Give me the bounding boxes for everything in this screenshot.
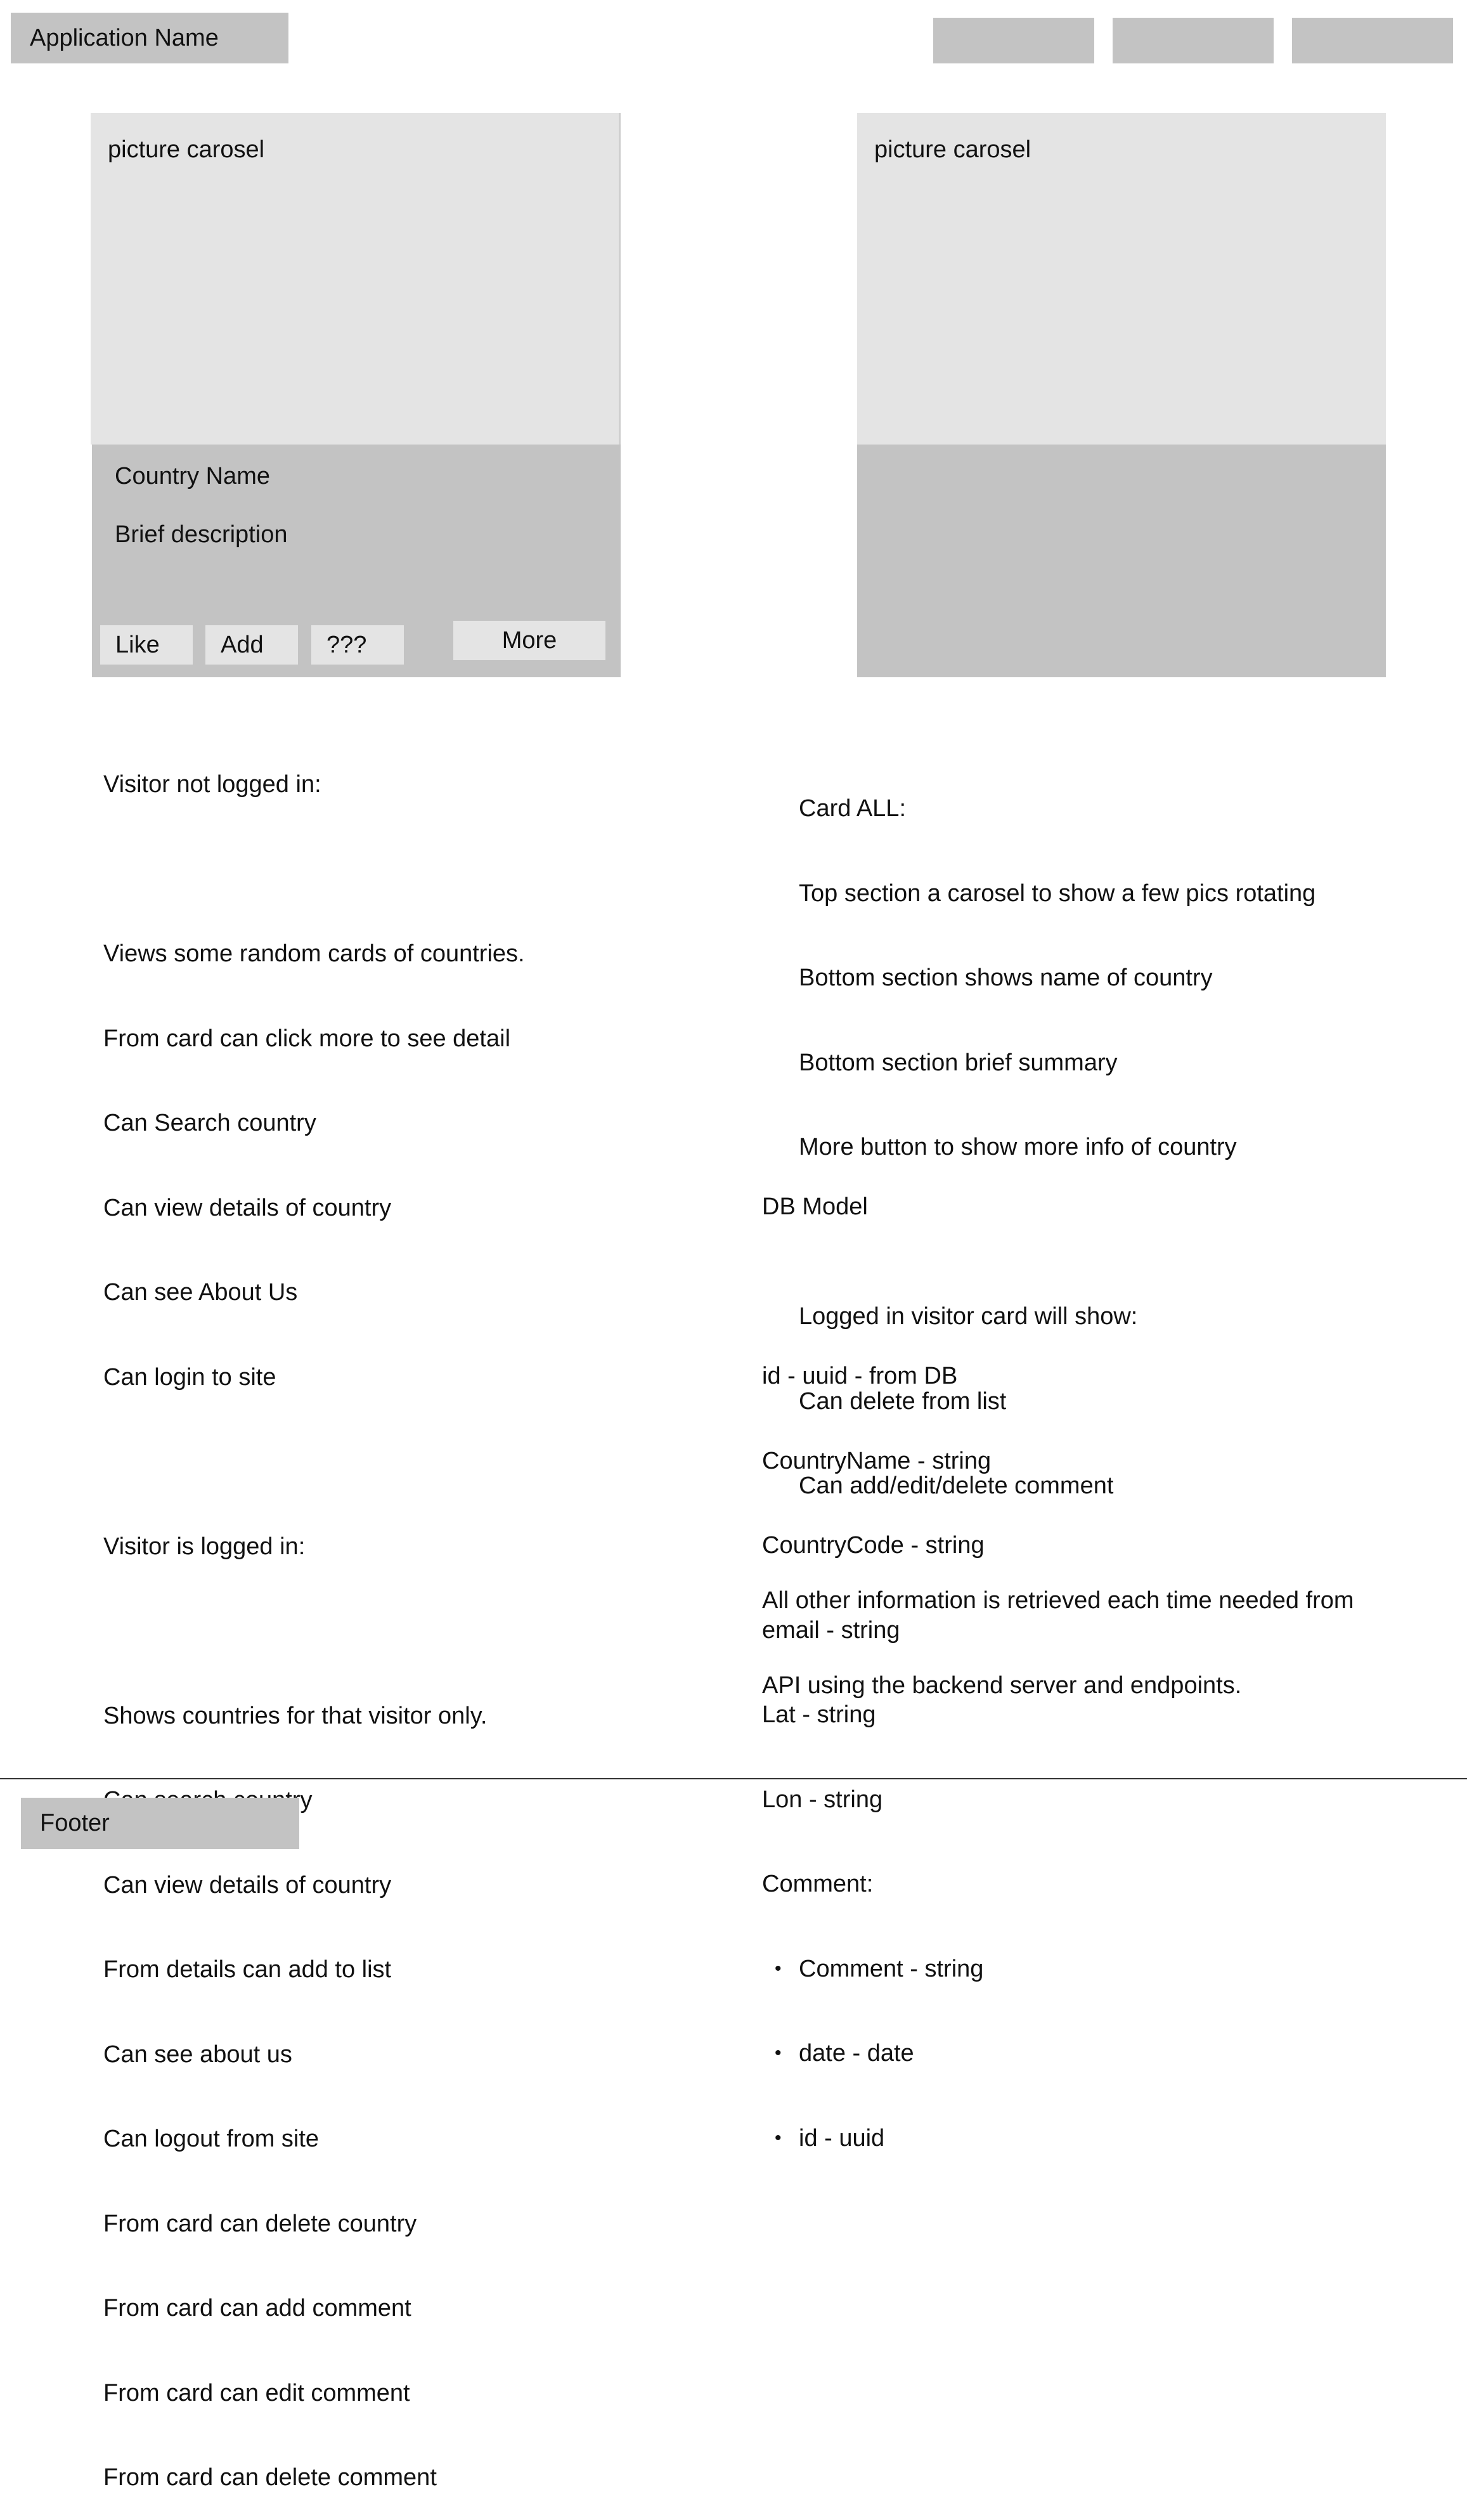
note-line: Can Search country — [103, 1110, 316, 1136]
note-line: Can see about us — [103, 2041, 292, 2068]
note-line: Views some random cards of countries. — [103, 940, 525, 967]
not-logged-in-heading: Visitor not logged in: — [103, 771, 321, 798]
more-button[interactable]: More — [453, 621, 605, 660]
footer: Footer — [21, 1798, 299, 1849]
nav-button-1[interactable] — [933, 18, 1094, 63]
nav-button-2[interactable] — [1113, 18, 1274, 63]
db-comment-field: id - uuid — [762, 2124, 991, 2153]
country-card-detailed: picture carosel Country Name Brief descr… — [91, 113, 621, 677]
logged-in-heading: Visitor is logged in: — [103, 1533, 306, 1560]
visitor-notes: Visitor not logged in: Views some random… — [103, 714, 525, 2520]
note-line: Can view details of country — [103, 1194, 392, 1221]
note-line: From card can edit comment — [103, 2379, 410, 2406]
picture-carousel[interactable]: picture carosel — [91, 113, 621, 445]
db-field: id - uuid - from DB — [762, 1363, 958, 1389]
note-line: Can login to site — [103, 1363, 276, 1391]
note-line: All other information is retrieved each … — [762, 1587, 1354, 1614]
note-line: From details can add to list — [103, 1956, 392, 1983]
country-card-empty: picture carosel — [857, 113, 1386, 677]
card-bottom-section: Country Name Brief description Like Add … — [92, 445, 621, 677]
picture-carousel[interactable]: picture carosel — [857, 113, 1386, 445]
carousel-label: picture carosel — [108, 136, 265, 163]
country-name: Country Name — [115, 463, 270, 490]
db-model-heading: DB Model — [762, 1193, 868, 1220]
note-line: Top section a carosel to show a few pics… — [799, 880, 1316, 907]
note-line: Can see About Us — [103, 1279, 298, 1306]
note-line: Shows countries for that visitor only. — [103, 1702, 488, 1729]
db-comment-field: Comment - string — [762, 1955, 991, 1984]
nav-button-3[interactable] — [1292, 18, 1453, 63]
app-name[interactable]: Application Name — [11, 13, 288, 63]
note-line: From card can delete comment — [103, 2464, 437, 2491]
note-line: From card can add comment — [103, 2295, 411, 2322]
api-notes: All other information is retrieved each … — [762, 1530, 1354, 1728]
db-comment-field: date - date — [762, 2039, 991, 2068]
note-line: From card can click more to see detail — [103, 1025, 511, 1052]
note-line: Bottom section shows name of country — [799, 964, 1213, 991]
db-field: Lon - string — [762, 1786, 883, 1813]
note-line: Can logout from site — [103, 2126, 320, 2152]
note-line: From card can delete country — [103, 2210, 417, 2237]
db-field: CountryName - string — [762, 1447, 992, 1474]
note-line: API using the backend server and endpoin… — [762, 1672, 1242, 1699]
footer-divider — [0, 1778, 1467, 1779]
note-line: Can view details of country — [103, 1871, 392, 1899]
carousel-label: picture carosel — [874, 136, 1031, 163]
note-line: Bottom section brief summary — [799, 1049, 1118, 1076]
like-button[interactable]: Like — [100, 625, 193, 665]
db-field: Comment: — [762, 1871, 874, 1897]
card-all-heading: Card ALL: — [799, 795, 906, 822]
card-bottom-section — [857, 445, 1386, 677]
brief-description: Brief description — [115, 521, 288, 548]
unknown-action-button[interactable]: ??? — [311, 625, 404, 665]
add-button[interactable]: Add — [205, 625, 298, 665]
